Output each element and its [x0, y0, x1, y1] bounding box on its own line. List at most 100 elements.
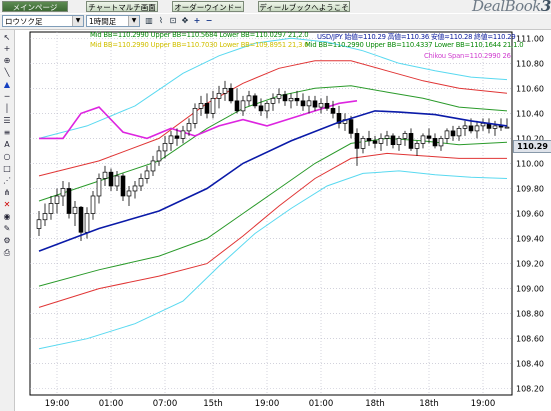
candle-body	[102, 171, 108, 179]
candle-body	[324, 102, 330, 109]
candle-body	[240, 100, 246, 112]
candle-body	[504, 126, 510, 129]
candle-body	[72, 206, 78, 214]
candle-body	[474, 125, 480, 132]
y-tick-label: 108.60	[516, 335, 544, 344]
candle-body	[84, 213, 90, 233]
candle-body	[444, 130, 450, 139]
y-tick-label: 108.40	[516, 360, 544, 369]
x-tick-label: 01:00	[99, 399, 124, 409]
candle-body	[438, 138, 444, 147]
candle-body	[246, 95, 252, 102]
candle-body	[408, 133, 414, 149]
y-tick-label: 110.80	[516, 59, 544, 68]
candle-body	[210, 97, 216, 114]
candle-body	[96, 178, 102, 197]
candle-body	[132, 185, 138, 192]
candle-body	[90, 195, 96, 214]
price-chart[interactable]: 111.00110.80110.60110.40110.20110.00109.…	[0, 0, 551, 411]
candle-body	[114, 175, 120, 187]
candle-body	[204, 102, 210, 114]
candle-body	[174, 135, 180, 139]
candle-body	[366, 138, 372, 142]
candle-body	[468, 125, 474, 132]
candle-body	[144, 170, 150, 179]
y-tick-label: 109.80	[516, 184, 544, 193]
candle-body	[258, 105, 264, 112]
y-tick-label: 110.60	[516, 84, 544, 93]
candle-body	[264, 102, 270, 112]
y-tick-label: 109.00	[516, 285, 544, 294]
candle-body	[312, 100, 318, 108]
candle-body	[414, 143, 420, 149]
candle-body	[294, 97, 300, 102]
x-tick-label: 01:00	[309, 399, 334, 409]
candle-body	[300, 100, 306, 107]
candle-body	[120, 175, 126, 197]
candle-body	[138, 178, 144, 187]
candle-body	[252, 95, 258, 107]
legend-bb1: Mid BB=110.2990 Upper BB=110.5684 Lower …	[90, 31, 309, 39]
candle-body	[288, 97, 294, 102]
legend-bb2-left: Mid BB=110.2990 Upper BB=110.7030 Lower …	[90, 41, 309, 49]
candle-body	[276, 94, 282, 99]
candle-body	[396, 138, 402, 146]
candle-body	[480, 123, 486, 127]
candle-body	[186, 123, 192, 132]
candle-body	[426, 135, 432, 139]
x-tick-label: 19:00	[255, 399, 280, 409]
candle-body	[36, 219, 42, 229]
candle-body	[390, 135, 396, 146]
x-tick-label: 15th	[203, 399, 223, 409]
candle-body	[330, 108, 336, 114]
candle-body	[354, 133, 360, 149]
candle-body	[402, 133, 408, 139]
y-tick-label: 109.60	[516, 210, 544, 219]
legend-chikou: Chikou Span=110.2990 26	[424, 52, 511, 60]
legend-bb2-right: Mid BB=110.2990 Upper BB=110.4337 Lower …	[305, 41, 524, 49]
candle-body	[192, 108, 198, 124]
candle-body	[216, 92, 222, 99]
candle-body	[492, 125, 498, 129]
candle-body	[78, 206, 84, 233]
x-tick-label: 18th	[419, 399, 439, 409]
candle-body	[198, 102, 204, 109]
y-tick-label: 109.40	[516, 235, 544, 244]
candle-body	[498, 125, 504, 128]
candle-body	[462, 125, 468, 129]
candle-body	[54, 195, 60, 204]
x-tick-label: 18th	[365, 399, 385, 409]
candle-body	[270, 97, 276, 104]
candle-body	[420, 135, 426, 144]
candle-body	[432, 138, 438, 147]
candle-body	[384, 135, 390, 139]
candle-body	[162, 143, 168, 152]
candle-body	[228, 87, 234, 102]
y-tick-label: 110.40	[516, 109, 544, 118]
candle-body	[282, 94, 288, 102]
y-tick-label: 108.80	[516, 310, 544, 319]
candle-body	[318, 102, 324, 108]
candle-body	[150, 160, 156, 172]
x-tick-label: 19:00	[45, 399, 70, 409]
candle-body	[360, 138, 366, 149]
candle-body	[222, 87, 228, 94]
y-tick-label: 109.20	[516, 260, 544, 269]
candle-body	[234, 100, 240, 112]
candle-body	[168, 135, 174, 144]
x-tick-label: 07:00	[153, 399, 178, 409]
legend-quote: USD/JPY 始値=110.29 高値=110.36 安値=110.28 終値…	[317, 33, 516, 41]
candle-body	[180, 130, 186, 139]
y-tick-label: 108.20	[516, 385, 544, 394]
candle-body	[66, 188, 72, 214]
candle-body	[348, 119, 354, 134]
x-tick-label: 19:00	[471, 399, 496, 409]
candle-body	[456, 128, 462, 137]
candle-body	[156, 150, 162, 162]
candle-body	[372, 140, 378, 144]
candle-body	[60, 188, 66, 197]
candle-body	[42, 213, 48, 221]
y-tick-label: 110.00	[516, 159, 544, 168]
current-price-label: 110.29	[513, 140, 551, 153]
candle-body	[306, 100, 312, 107]
